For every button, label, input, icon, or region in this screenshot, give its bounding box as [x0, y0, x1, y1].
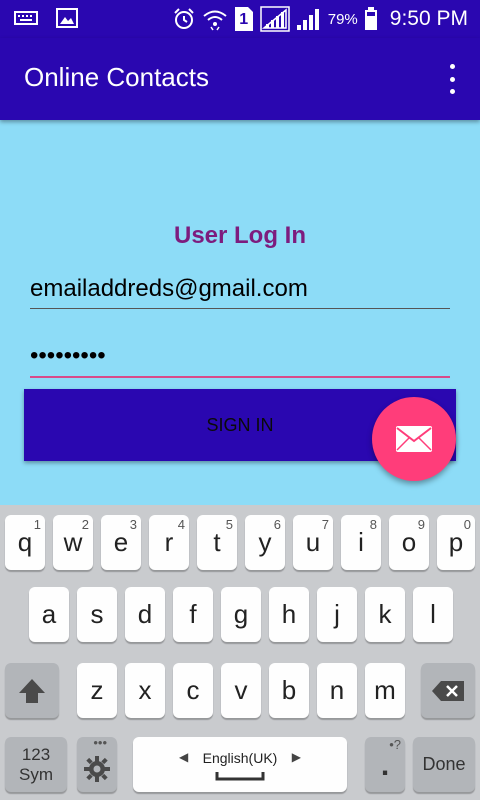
space-key[interactable]: ◀ English(UK) ▶ [133, 737, 347, 792]
key-label: b [281, 675, 297, 705]
shift-icon [5, 663, 59, 718]
shift-key[interactable] [5, 663, 59, 718]
image-icon [56, 8, 78, 28]
chevron-right-icon[interactable]: ▶ [292, 750, 301, 764]
key-label: i [358, 527, 364, 557]
key-label: l [430, 599, 436, 629]
key-label: z [90, 675, 104, 705]
key-a[interactable]: a [29, 587, 69, 642]
key-o[interactable]: 9o [389, 515, 429, 570]
more-vert-icon[interactable] [444, 64, 460, 94]
gear-icon [77, 745, 117, 792]
period-key[interactable]: •? . [365, 737, 405, 792]
overflow-dot [449, 64, 455, 69]
key-label: u [305, 527, 321, 557]
key-label: o [401, 527, 417, 557]
key-label: d [137, 599, 153, 629]
overflow-dot [449, 76, 455, 82]
wifi-icon [202, 7, 228, 31]
key-label: j [334, 599, 340, 629]
key-y[interactable]: 6y [245, 515, 285, 570]
backspace-icon [421, 663, 475, 718]
email-field[interactable] [30, 272, 450, 306]
key-label: p [448, 527, 464, 557]
password-underline [30, 376, 450, 378]
key-label: h [281, 599, 297, 629]
language-label: English(UK) [202, 750, 278, 766]
sym-key[interactable]: 123 Sym [5, 737, 67, 792]
app-title: Online Contacts [24, 62, 209, 92]
key-label: y [258, 527, 272, 557]
key-h[interactable]: h [269, 587, 309, 642]
app-bar: Online Contacts [0, 38, 480, 120]
sign-in-label: SIGN IN [206, 414, 274, 435]
signal-icon [296, 7, 322, 31]
key-r[interactable]: 4r [149, 515, 189, 570]
status-bar: 1 79% 9:50 PM [0, 0, 480, 38]
key-label: w [63, 527, 83, 557]
keyboard-icon [14, 10, 38, 26]
key-n[interactable]: n [317, 663, 357, 718]
sim-label: 1 [239, 11, 249, 28]
password-field[interactable] [30, 339, 450, 373]
done-label: Done [422, 754, 466, 774]
key-label: a [41, 599, 57, 629]
key-x[interactable]: x [125, 663, 165, 718]
key-v[interactable]: v [221, 663, 261, 718]
email-underline [30, 308, 450, 309]
key-q[interactable]: 1q [5, 515, 45, 570]
key-g[interactable]: g [221, 587, 261, 642]
sim-icon: 1 [234, 6, 254, 32]
battery-percent: 79% [327, 10, 358, 28]
key-s[interactable]: s [77, 587, 117, 642]
key-f[interactable]: f [173, 587, 213, 642]
key-label: v [234, 675, 248, 705]
key-label: k [378, 599, 392, 629]
space-bar-icon [215, 772, 265, 781]
soft-keyboard: 1q 2w 3e 4r 5t 6y 7u 8i 9o 0p a s d f g … [0, 505, 480, 800]
key-label: r [164, 527, 174, 557]
key-p[interactable]: 0p [437, 515, 475, 570]
key-label: x [138, 675, 152, 705]
overflow-dot [449, 89, 455, 94]
signal-icon [260, 6, 290, 32]
key-b[interactable]: b [269, 663, 309, 718]
period-label: . [380, 749, 390, 782]
key-z[interactable]: z [77, 663, 117, 718]
email-fab-button[interactable] [372, 397, 456, 481]
alarm-icon [172, 7, 196, 31]
key-d[interactable]: d [125, 587, 165, 642]
key-m[interactable]: m [365, 663, 405, 718]
key-label: q [17, 527, 33, 557]
done-key[interactable]: Done [413, 737, 475, 792]
email-icon [396, 426, 432, 452]
sym-line2: Sym [19, 765, 53, 784]
key-e[interactable]: 3e [101, 515, 141, 570]
login-title: User Log In [173, 222, 306, 249]
key-label: f [189, 599, 197, 629]
clock-time: 9:50 PM [389, 7, 468, 30]
key-c[interactable]: c [173, 663, 213, 718]
key-u[interactable]: 7u [293, 515, 333, 570]
key-l[interactable]: l [413, 587, 453, 642]
key-label: m [374, 675, 396, 705]
key-label: t [213, 527, 221, 557]
key-j[interactable]: j [317, 587, 357, 642]
key-label: c [186, 675, 200, 705]
sym-line1: 123 [21, 745, 51, 764]
battery-icon [364, 7, 378, 31]
key-label: e [113, 527, 129, 557]
key-label: s [90, 599, 104, 629]
key-label: n [329, 675, 345, 705]
key-k[interactable]: k [365, 587, 405, 642]
key-label: g [233, 599, 249, 629]
key-i[interactable]: 8i [341, 515, 381, 570]
key-w[interactable]: 2w [53, 515, 93, 570]
backspace-key[interactable] [421, 663, 475, 718]
key-t[interactable]: 5t [197, 515, 237, 570]
settings-key[interactable]: ••• [77, 735, 117, 792]
